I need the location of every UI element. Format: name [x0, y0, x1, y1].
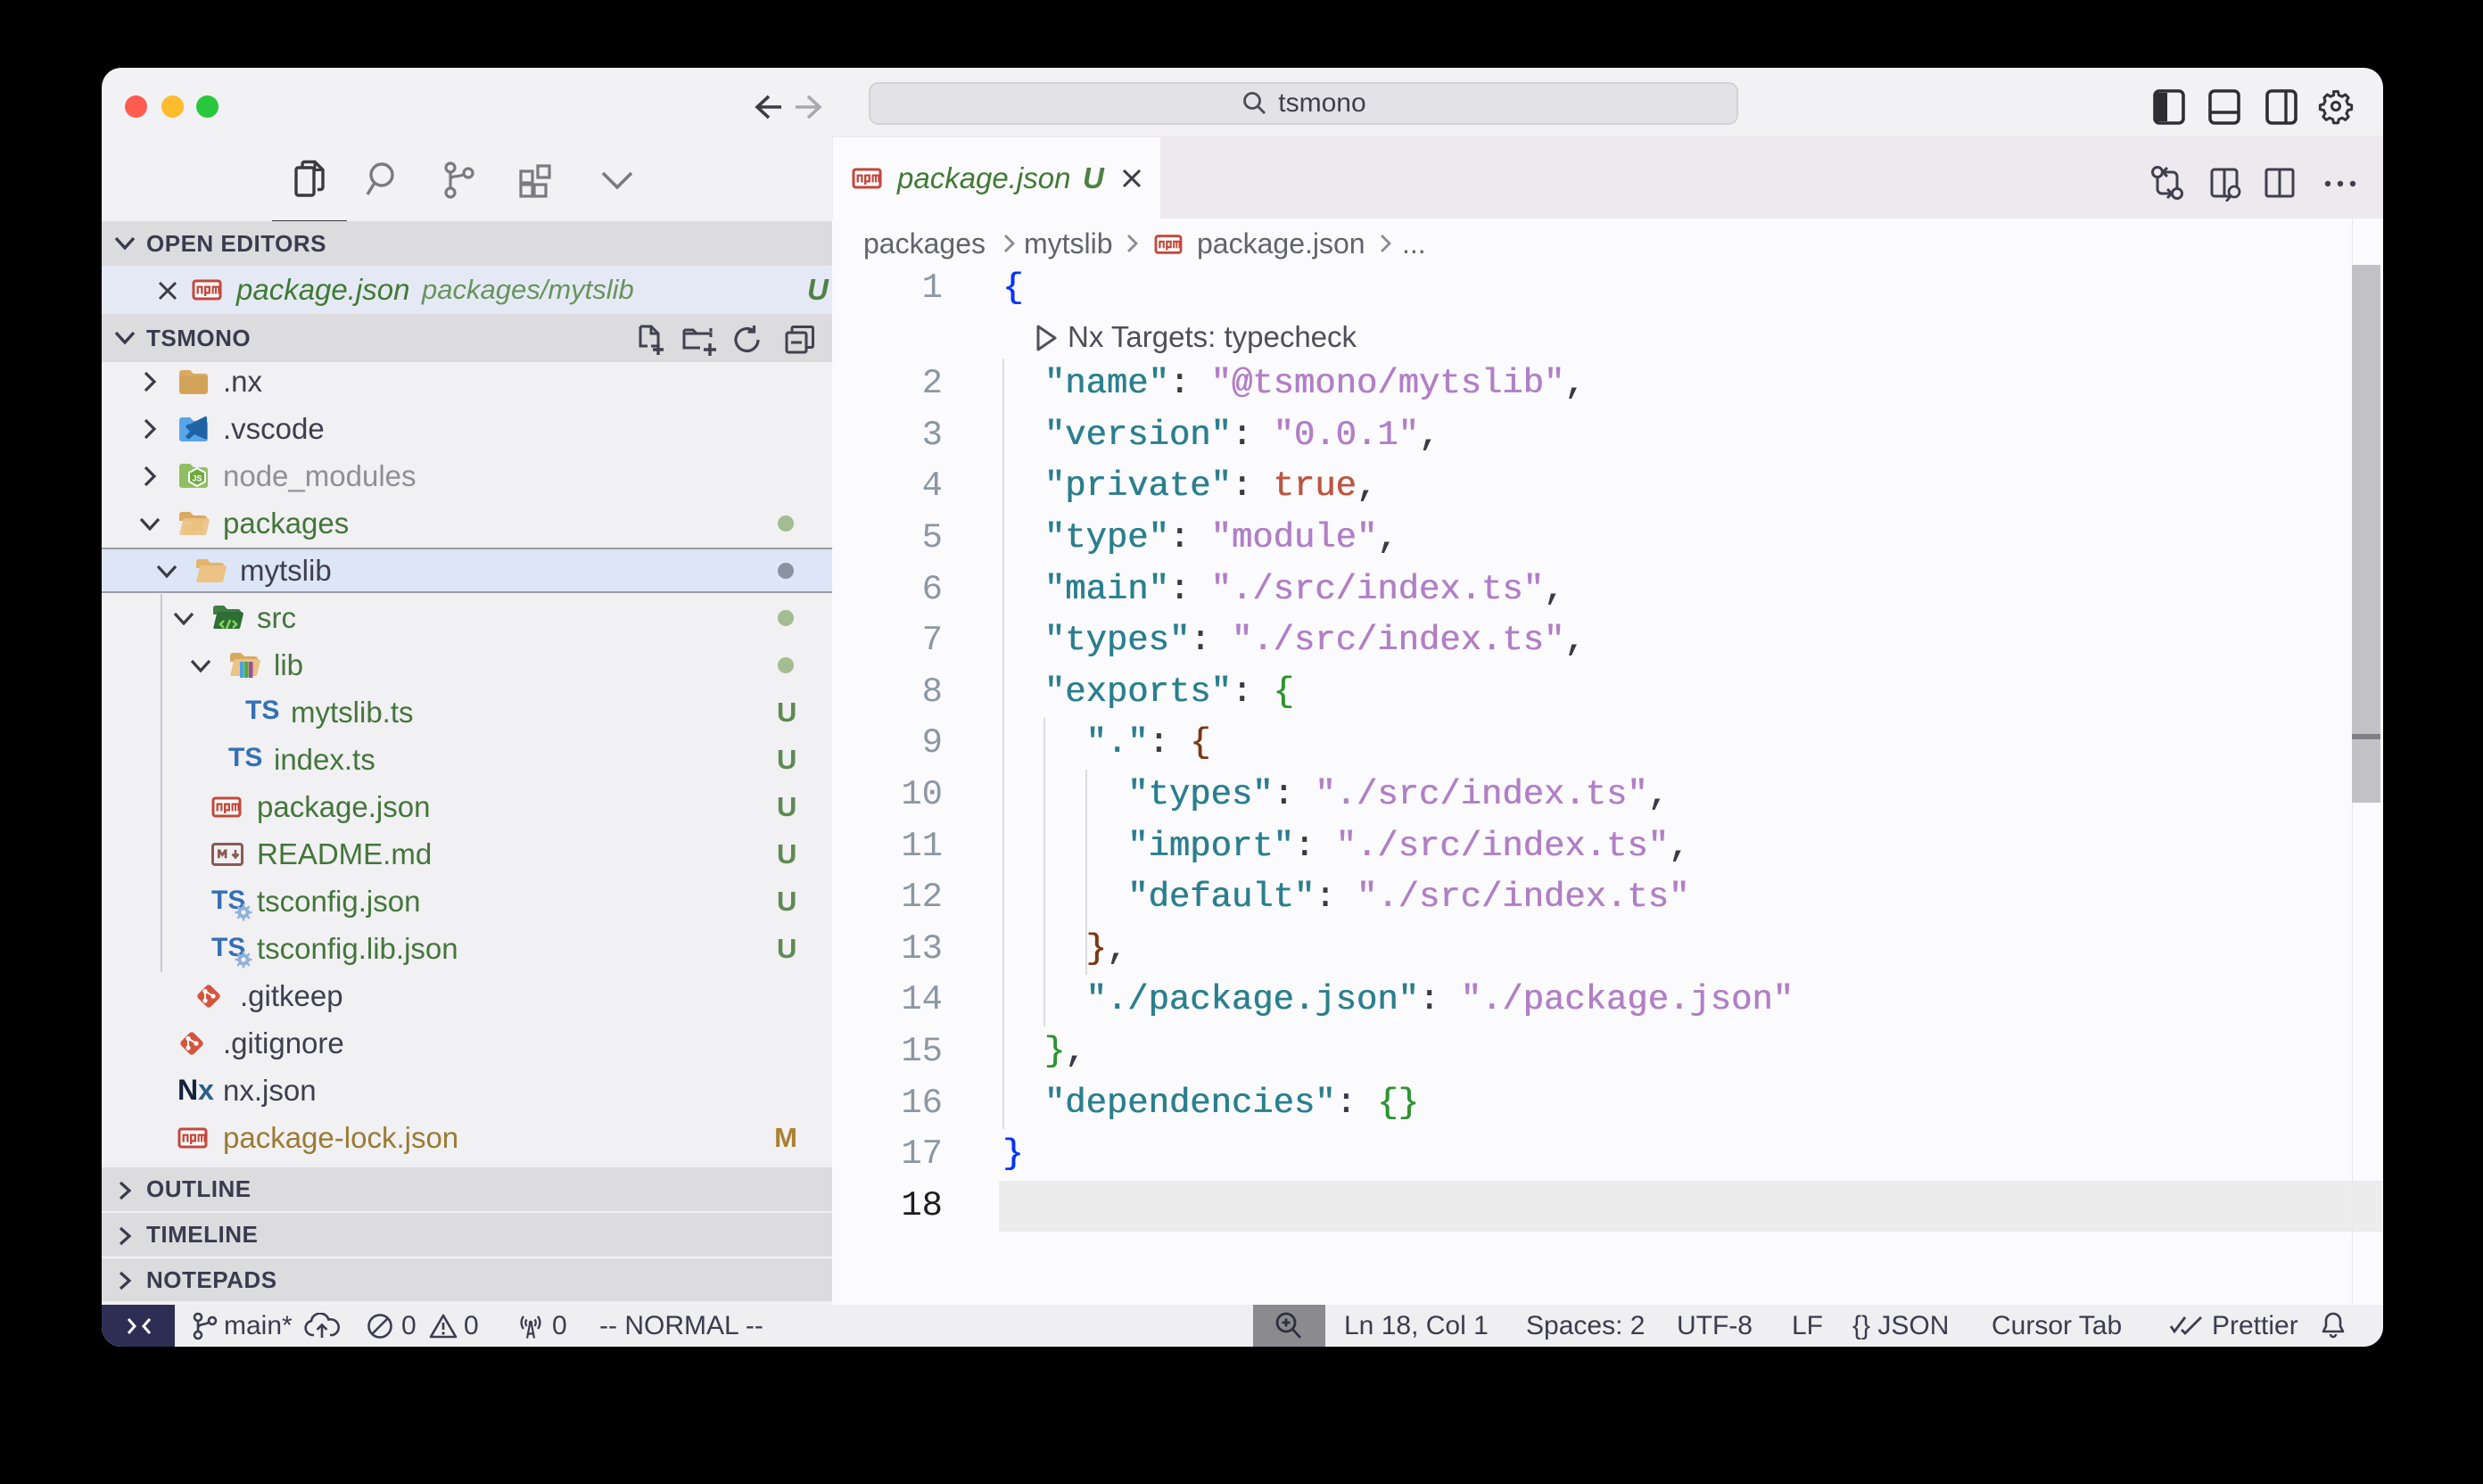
svg-text:JS: JS [192, 474, 202, 482]
